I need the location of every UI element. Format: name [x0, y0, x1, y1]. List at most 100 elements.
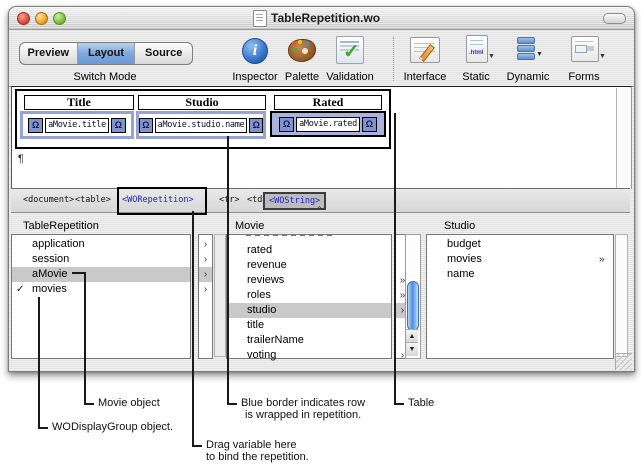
list-item: name: [427, 267, 613, 282]
table-header-rated[interactable]: Rated: [274, 95, 382, 110]
callout-line-drag-variable: [192, 211, 202, 447]
binding-studio-name[interactable]: aMovie.studio.name: [155, 118, 248, 133]
dynamic-label: Dynamic: [501, 71, 555, 83]
list-item: roles: [227, 288, 391, 303]
title-bar[interactable]: TableRepetition.wo: [9, 7, 634, 30]
scroll-up-button[interactable]: ▲: [406, 329, 418, 343]
toolbar-pill-button[interactable]: [603, 13, 626, 24]
list-item: ✓movies: [12, 282, 190, 297]
repetition-cell-rated-selected[interactable]: Ω aMovie.rated Ω: [270, 111, 386, 137]
callout-nub-amovie: [72, 272, 84, 274]
document-editing-pane[interactable]: Title Studio Rated Ω aMovie.title Ω Ω aM…: [11, 86, 632, 189]
static-icon[interactable]: .html ▼: [466, 35, 488, 63]
callout-line-blue-border: [227, 136, 237, 405]
window-title: TableRepetition.wo: [271, 11, 380, 25]
column-title-movie: Movie: [235, 220, 264, 232]
chevron-down-icon: ▼: [536, 51, 543, 58]
segment-source[interactable]: Source: [135, 43, 192, 64]
interface-icon[interactable]: [410, 37, 440, 63]
studio-scrollbar-track[interactable]: [615, 234, 628, 357]
list-item: application: [12, 237, 190, 252]
repetition-cell-title[interactable]: Ω aMovie.title Ω: [20, 111, 134, 139]
validation-icon[interactable]: ✓: [336, 36, 364, 64]
list-item-selected: aMovie: [12, 267, 190, 282]
paint-dot-blue: [305, 42, 309, 46]
wostring-element-icon[interactable]: Ω: [139, 118, 153, 133]
html-badge: .html: [469, 50, 483, 56]
scroll-down-button[interactable]: ▼: [406, 342, 418, 356]
interface-label: Interface: [399, 71, 451, 83]
dynamic-icon[interactable]: ▼: [513, 36, 541, 61]
callout-line-table: [394, 113, 404, 405]
forms-label: Forms: [561, 71, 607, 83]
movie-scrollbar[interactable]: ▲ ▼: [405, 234, 421, 359]
to-many-arrow: »: [599, 252, 605, 267]
column-title-tablerepetition: TableRepetition: [23, 220, 99, 232]
wostring-element-icon[interactable]: Ω: [279, 117, 294, 132]
forms-icon[interactable]: ▼: [571, 36, 599, 62]
list-item: title: [227, 318, 391, 333]
list-item-selected: studio: [227, 303, 391, 318]
green-check-icon: ✓: [343, 39, 360, 64]
movie-list[interactable]: rated revenue reviews roles studio title…: [226, 234, 392, 359]
list-item: budget: [427, 237, 613, 252]
wostring-element-icon[interactable]: Ω: [362, 117, 377, 132]
callout-label: Movie object: [98, 397, 160, 409]
minimize-button[interactable]: [35, 12, 48, 25]
static-label: Static: [453, 71, 499, 83]
callout-line-movie-object: [84, 272, 94, 405]
list-item: reviews: [227, 273, 391, 288]
close-button[interactable]: [17, 12, 30, 25]
palette-thumb-hole: [302, 48, 308, 54]
resize-grip[interactable]: [615, 353, 632, 370]
table-header-title[interactable]: Title: [24, 95, 134, 110]
studio-list[interactable]: budget movies » name: [426, 234, 614, 359]
binding-title[interactable]: aMovie.title: [45, 118, 109, 133]
list-item: rated: [227, 243, 391, 258]
validation-label: Validation: [319, 71, 381, 83]
document-scrollbar-track[interactable]: [616, 88, 631, 188]
segment-preview[interactable]: Preview: [20, 43, 78, 64]
screenshot-stage: TableRepetition.wo Preview Layout Source…: [0, 0, 641, 470]
toolbar-divider: [393, 37, 395, 81]
app-window: TableRepetition.wo Preview Layout Source…: [8, 6, 635, 372]
wostring-element-icon[interactable]: Ω: [28, 118, 43, 133]
wo-table[interactable]: Title Studio Rated Ω aMovie.title Ω Ω aM…: [15, 89, 391, 149]
zoom-button[interactable]: [53, 12, 66, 25]
palette-icon[interactable]: [288, 37, 315, 62]
wostring-element-icon[interactable]: Ω: [111, 118, 126, 133]
repetition-cell-studio[interactable]: Ω aMovie.studio.name Ω: [136, 111, 266, 139]
callout-label: WODisplayGroup object.: [52, 421, 173, 433]
inspector-icon[interactable]: i: [242, 38, 268, 64]
segment-layout[interactable]: Layout: [78, 43, 136, 64]
path-document[interactable]: <document>: [23, 195, 74, 205]
list-item: session: [12, 252, 190, 267]
element-path-bar: <document> <table> <WORepetition> <tr> <…: [11, 188, 630, 213]
list-item: revenue: [227, 258, 391, 273]
paint-dot-yellow: [298, 40, 302, 44]
checkmark-icon: ✓: [16, 282, 24, 297]
document-icon: [253, 10, 267, 27]
path-table[interactable]: <table>: [75, 195, 111, 205]
inspector-label: Inspector: [227, 71, 283, 83]
paragraph-mark: ¶: [18, 153, 24, 165]
callout-label: Drag variable hereto bind the repetition…: [206, 439, 309, 463]
binding-rated[interactable]: aMovie.rated: [296, 117, 360, 132]
scrollbar-thumb[interactable]: [407, 281, 419, 331]
callout-line-wodisplaygroup: [38, 297, 48, 429]
list-item: movies »: [427, 252, 613, 267]
wostring-element-icon[interactable]: Ω: [249, 118, 263, 133]
paint-dot-red: [292, 41, 296, 45]
table-header-studio[interactable]: Studio: [138, 95, 266, 110]
chevron-down-icon: ▼: [488, 53, 495, 60]
toolbar: Preview Layout Source Switch Mode i Insp…: [9, 29, 634, 87]
column1-scrollbar-track[interactable]: [214, 234, 226, 357]
clipped-scrolled-row: [246, 234, 336, 236]
switch-mode-label: Switch Mode: [19, 71, 191, 83]
callout-label: Blue border indicates rowis wrapped in r…: [241, 397, 365, 421]
chevron-down-icon: ▼: [599, 53, 606, 60]
column-title-studio: Studio: [444, 220, 475, 232]
window-bottom-band: [9, 357, 634, 371]
callout-label: Table: [408, 397, 434, 409]
switch-mode-segmented-control: Preview Layout Source: [19, 42, 193, 65]
